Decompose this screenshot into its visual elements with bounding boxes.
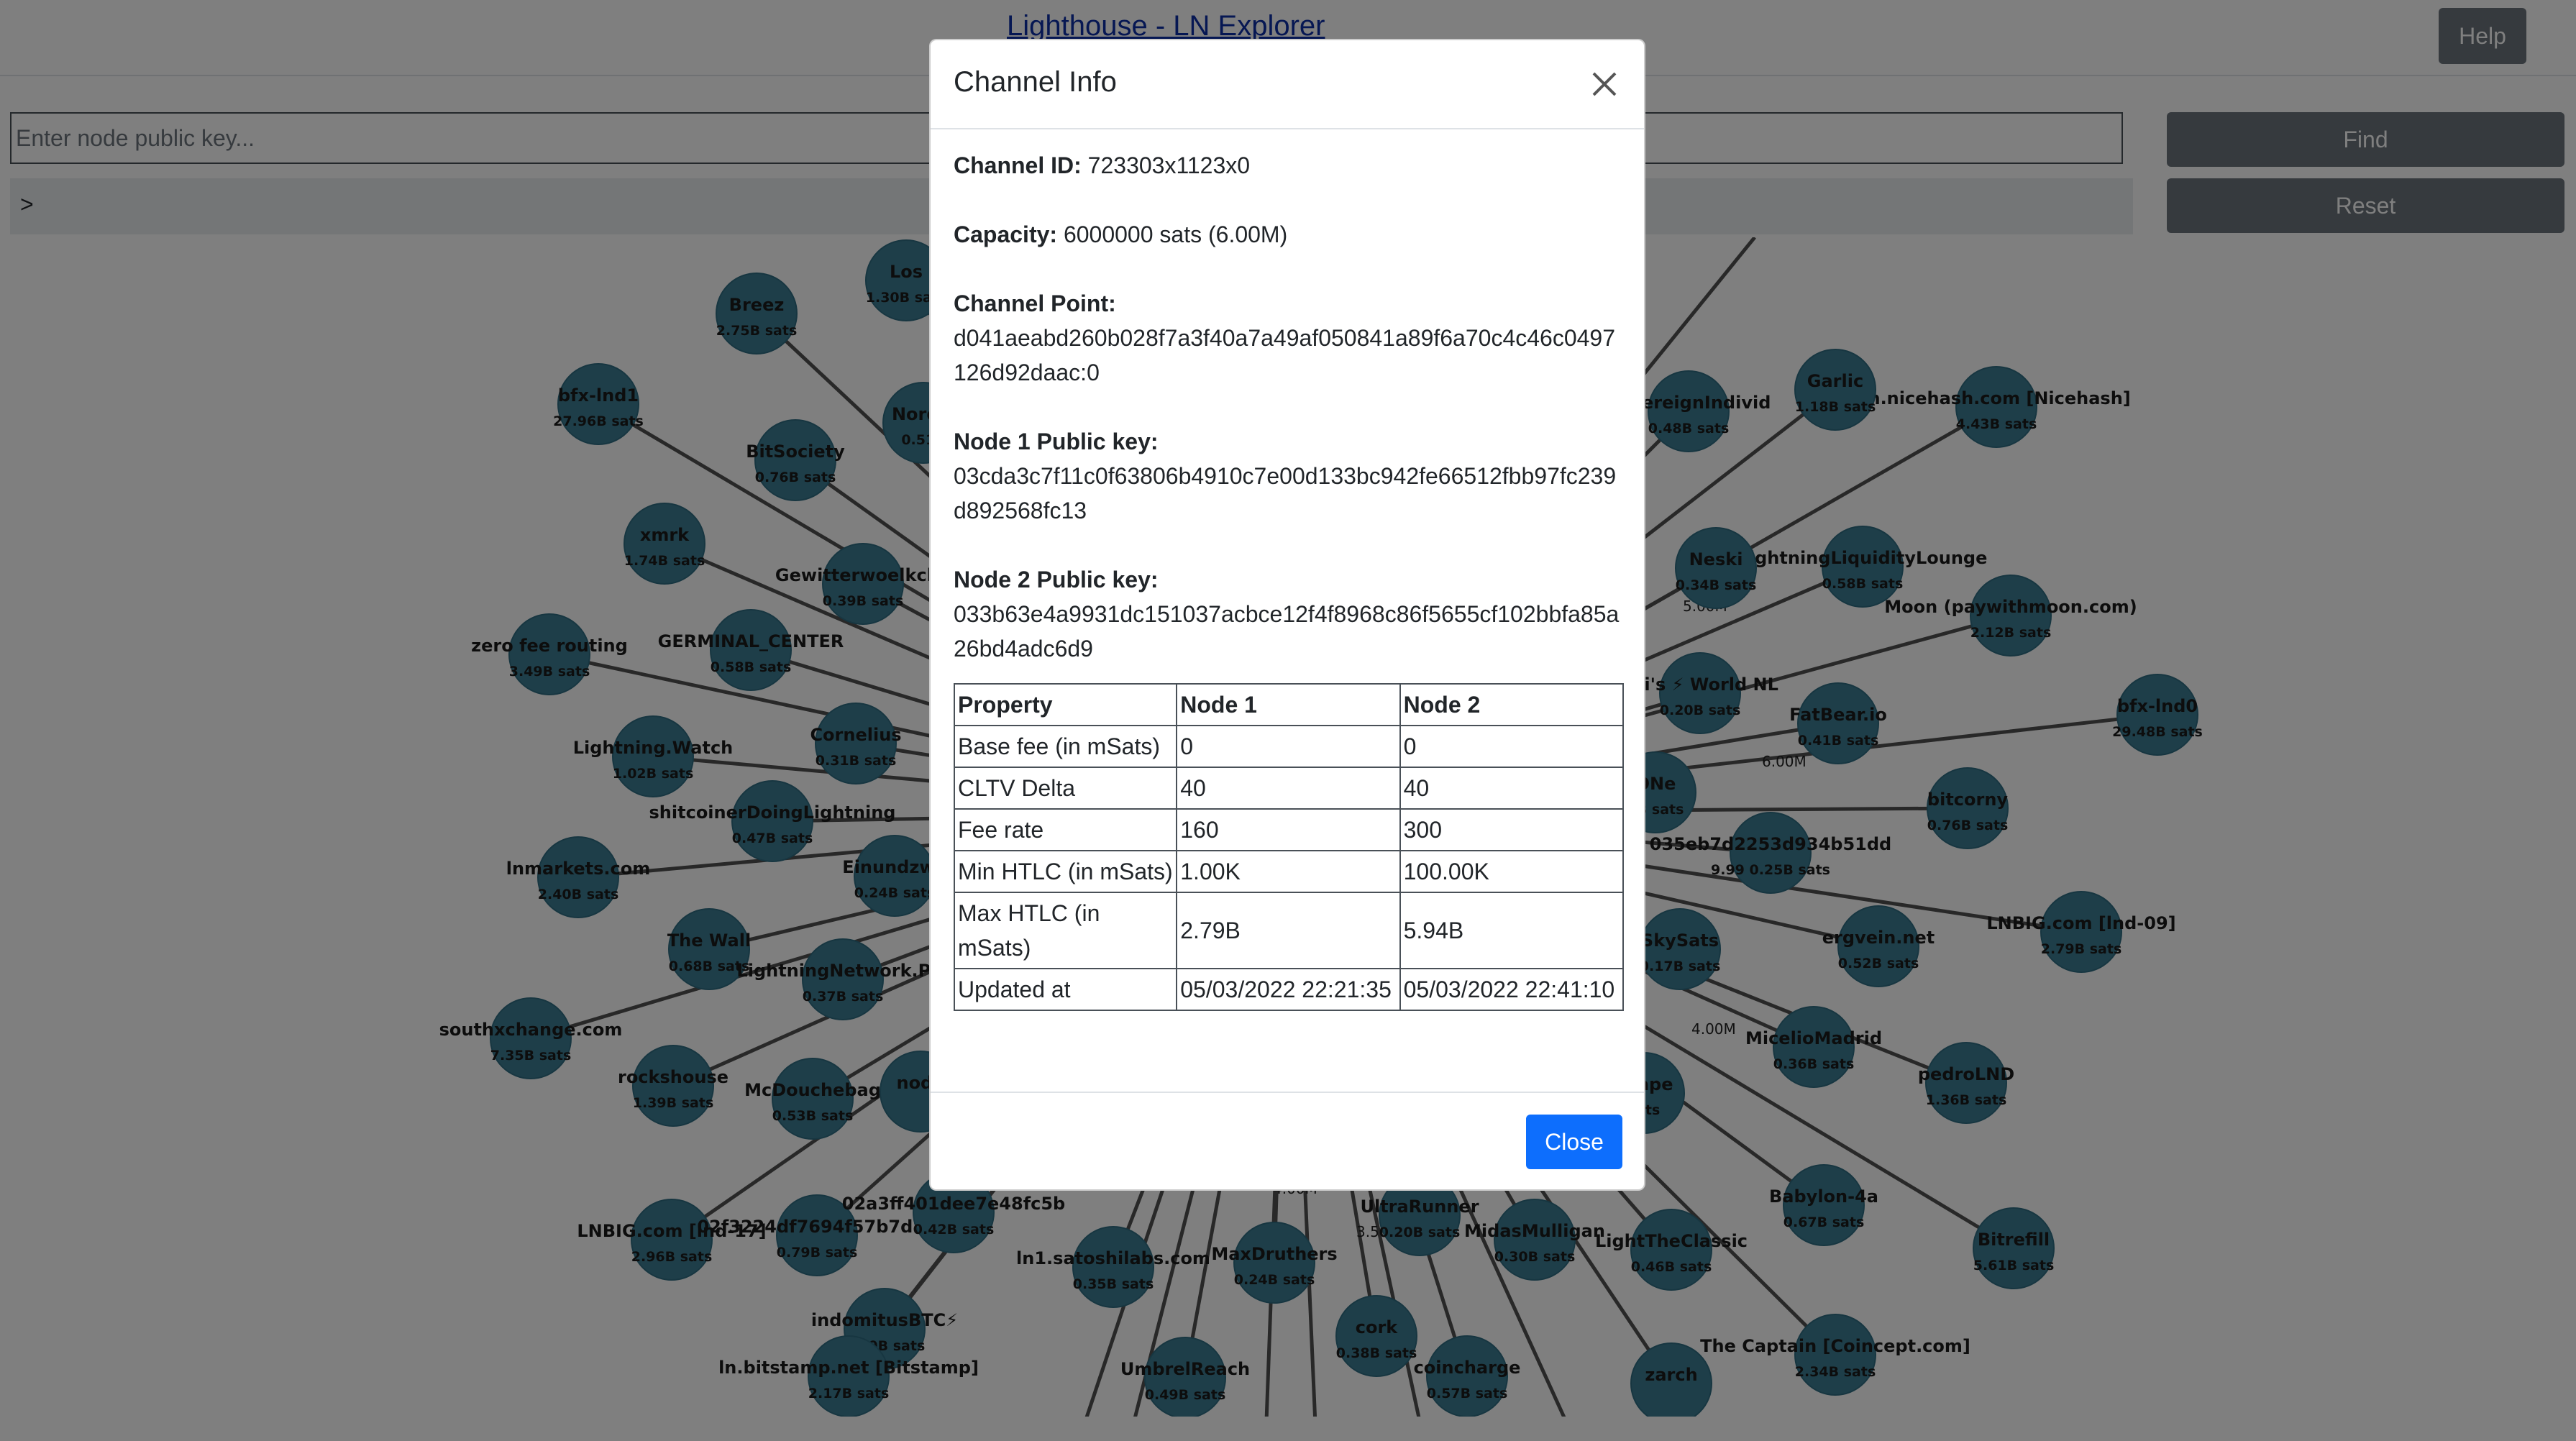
table-header-cell: Node 2 (1399, 683, 1625, 726)
node1-key-value: 03cda3c7f11c0f63806b4910c7e00d133bc942fe… (954, 463, 1617, 523)
close-icon[interactable] (1586, 66, 1622, 102)
table-cell: 40 (1176, 767, 1401, 810)
capacity-label: Capacity: (954, 221, 1058, 247)
table-header-cell: Node 1 (1176, 683, 1401, 726)
table-header-row: Property Node 1 Node 2 (953, 683, 1625, 726)
table-header-cell: Property (953, 683, 1178, 726)
modal-body: Channel ID: 723303x1123x0 Capacity: 6000… (953, 148, 1625, 1011)
modal-footer: Close (931, 1092, 1644, 1191)
table-cell: 05/03/2022 22:41:10 (1399, 968, 1625, 1011)
table-row: Fee rate 160 300 (953, 808, 1625, 851)
table-row: Updated at 05/03/2022 22:21:35 05/03/202… (953, 968, 1625, 1011)
table-cell: Min HTLC (in mSats) (953, 850, 1178, 893)
channel-info-modal: Channel Info Channel ID: 723303x1123x0 C… (929, 39, 1645, 1191)
table-cell: CLTV Delta (953, 767, 1178, 810)
table-cell: 100.00K (1399, 850, 1625, 893)
table-row: Max HTLC (in mSats) 2.79B 5.94B (953, 892, 1625, 969)
table-cell: Fee rate (953, 808, 1178, 851)
table-cell: 0 (1399, 725, 1625, 768)
node2-key-value: 033b63e4a9931dc151037acbce12f4f8968c86f5… (954, 601, 1620, 662)
channel-id-label: Channel ID: (954, 152, 1082, 178)
capacity-field: Capacity: 6000000 sats (6.00M) (954, 217, 1624, 252)
table-cell: 5.94B (1399, 892, 1625, 969)
channel-point-label: Channel Point: (954, 291, 1116, 316)
table-row: Min HTLC (in mSats) 1.00K 100.00K (953, 850, 1625, 893)
table-cell: 1.00K (1176, 850, 1401, 893)
capacity-value: 6000000 sats (6.00M) (1063, 221, 1288, 247)
channel-point-value: d041aeabd260b028f7a3f40a7a49af050841a89f… (954, 325, 1616, 385)
node1-key-label: Node 1 Public key: (954, 429, 1159, 454)
table-cell: 40 (1399, 767, 1625, 810)
channel-id-value: 723303x1123x0 (1087, 152, 1251, 178)
close-button[interactable]: Close (1526, 1115, 1622, 1169)
node1-key-field: Node 1 Public key: 03cda3c7f11c0f63806b4… (954, 424, 1624, 528)
table-cell: Base fee (in mSats) (953, 725, 1178, 768)
table-cell: Max HTLC (in mSats) (953, 892, 1178, 969)
table-cell: 05/03/2022 22:21:35 (1176, 968, 1401, 1011)
channel-policy-table: Property Node 1 Node 2 Base fee (in mSat… (953, 683, 1625, 1011)
table-cell: 2.79B (1176, 892, 1401, 969)
node2-key-field: Node 2 Public key: 033b63e4a9931dc151037… (954, 562, 1624, 666)
table-row: CLTV Delta 40 40 (953, 767, 1625, 810)
node2-key-label: Node 2 Public key: (954, 567, 1159, 593)
table-cell: 160 (1176, 808, 1401, 851)
table-cell: 300 (1399, 808, 1625, 851)
channel-id-field: Channel ID: 723303x1123x0 (954, 148, 1624, 183)
channel-point-field: Channel Point: d041aeabd260b028f7a3f40a7… (954, 286, 1624, 390)
modal-header: Channel Info (931, 40, 1644, 129)
table-cell: Updated at (953, 968, 1178, 1011)
table-cell: 0 (1176, 725, 1401, 768)
table-row: Base fee (in mSats) 0 0 (953, 725, 1625, 768)
modal-title: Channel Info (954, 66, 1117, 98)
